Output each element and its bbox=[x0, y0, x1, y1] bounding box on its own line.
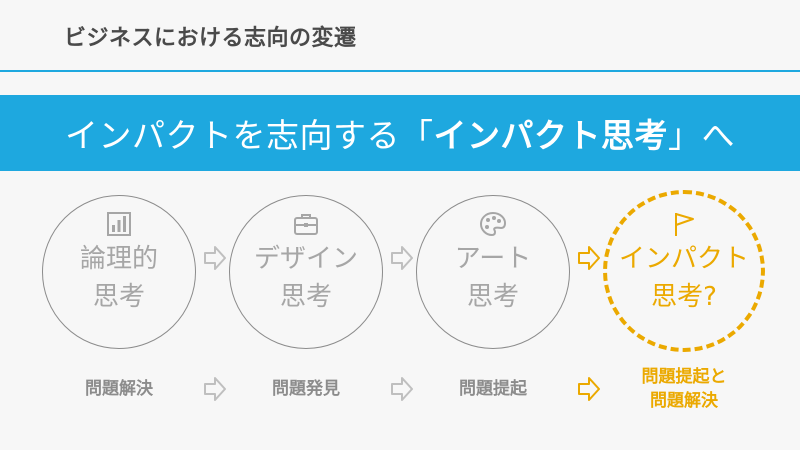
arrow-right-icon bbox=[578, 377, 600, 401]
circle-design-thinking: デザイン 思考 bbox=[229, 195, 383, 349]
arrow-right-icon bbox=[204, 377, 226, 401]
circle-text: デザイン 思考 bbox=[230, 240, 382, 316]
step-label-line1: 問題提起 bbox=[459, 379, 527, 399]
toolbox-icon bbox=[294, 214, 318, 235]
circle-line1: アート bbox=[454, 244, 532, 274]
circle-text: 論理的 思考 bbox=[43, 240, 195, 316]
step-label-raising-and-solving: 問題提起と 問題解決 bbox=[609, 365, 759, 413]
arrow-right-icon bbox=[204, 246, 226, 270]
step-label-problem-raising: 問題提起 bbox=[418, 377, 568, 401]
step-label-line2: 問題解決 bbox=[650, 391, 718, 411]
banner-text-after: 」へ bbox=[668, 116, 735, 155]
palette-icon bbox=[479, 211, 507, 237]
circle-art-thinking: アート 思考 bbox=[416, 195, 570, 349]
flag-icon bbox=[675, 213, 694, 236]
headline-banner: インパクトを志向する「 インパクト思考 」へ bbox=[0, 95, 800, 171]
circle-line2: 思考 bbox=[279, 282, 332, 312]
circle-line2: 思考? bbox=[651, 282, 717, 312]
page-title: ビジネスにおける志向の変遷 bbox=[64, 26, 357, 51]
circle-line2: 思考 bbox=[92, 282, 145, 312]
arrow-right-icon bbox=[578, 246, 600, 270]
circle-text: インパクト 思考? bbox=[607, 240, 761, 316]
banner-text-before: インパクトを志向する「 bbox=[65, 116, 434, 155]
banner-text-bold: インパクト思考 bbox=[433, 116, 668, 155]
step-label-problem-solving: 問題解決 bbox=[44, 377, 194, 401]
step-label-line1: 問題発見 bbox=[272, 379, 340, 399]
step-label-line1: 問題解決 bbox=[85, 379, 153, 399]
circle-impact-thinking: インパクト 思考? bbox=[603, 190, 765, 352]
arrow-right-icon bbox=[391, 246, 413, 270]
circle-logical-thinking: 論理的 思考 bbox=[42, 195, 196, 349]
circle-line1: インパクト bbox=[618, 244, 749, 274]
circle-text: アート 思考 bbox=[417, 240, 569, 316]
step-label-problem-finding: 問題発見 bbox=[231, 377, 381, 401]
bar-chart-icon bbox=[107, 212, 131, 236]
step-label-line1: 問題提起と bbox=[641, 367, 727, 387]
circle-line2: 思考 bbox=[466, 282, 519, 312]
circle-line1: デザイン bbox=[253, 244, 358, 274]
arrow-right-icon bbox=[391, 377, 413, 401]
title-divider bbox=[0, 70, 800, 72]
circle-line1: 論理的 bbox=[79, 244, 158, 274]
